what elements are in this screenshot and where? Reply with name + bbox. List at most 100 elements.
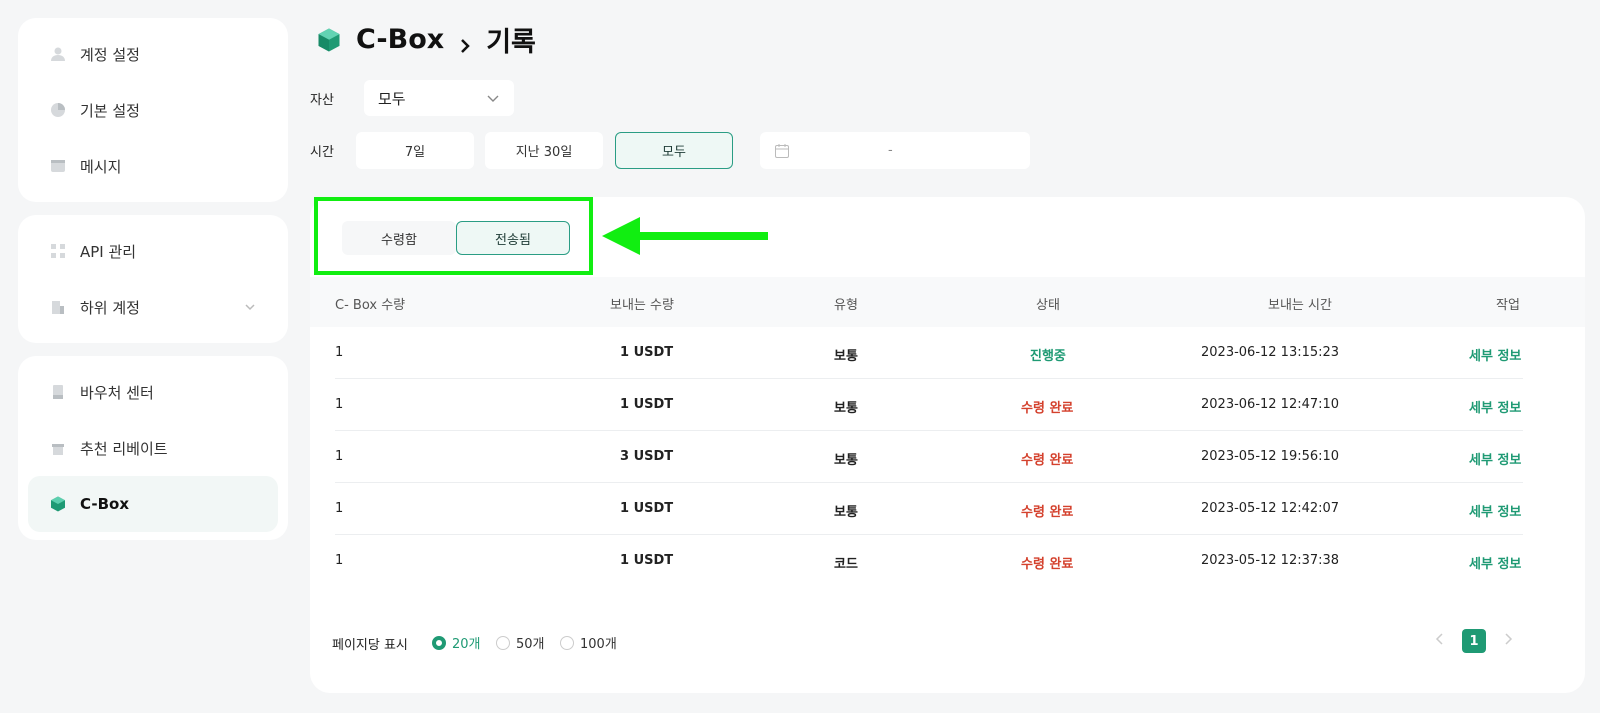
highlight-box bbox=[314, 197, 593, 275]
send-amount: 1 USDT bbox=[620, 397, 674, 412]
type: 보통 bbox=[834, 505, 858, 520]
radio-icon bbox=[560, 635, 574, 650]
sidebar-item-basic-settings[interactable]: 기본 설정 bbox=[28, 82, 278, 138]
type: 코드 bbox=[834, 557, 858, 572]
sidebar-item-label: 계정 설정 bbox=[80, 45, 140, 64]
sidebar-group-rewards: 바우처 센터 추천 리베이트 C-Box bbox=[18, 356, 288, 540]
status-badge: 수령 완료 bbox=[1021, 401, 1074, 416]
sub-account-icon bbox=[48, 297, 68, 317]
asset-select-value: 모두 bbox=[378, 89, 406, 108]
cbox-qty: 1 bbox=[335, 501, 344, 516]
per-page-option-100[interactable]: 100개 bbox=[560, 633, 617, 652]
column-header: 보내는 수량 bbox=[610, 298, 674, 313]
sidebar-item-label: 바우처 센터 bbox=[80, 383, 154, 402]
sidebar-group-account: 계정 설정 기본 설정 메시지 bbox=[18, 18, 288, 202]
send-time: 2023-05-12 12:37:38 bbox=[1201, 553, 1340, 568]
column-header: 보내는 시간 bbox=[1268, 298, 1332, 313]
sidebar-item-label: 메시지 bbox=[80, 157, 122, 176]
column-header: C- Box 수량 bbox=[335, 298, 406, 313]
message-icon bbox=[48, 156, 68, 176]
sidebar-item-sub-accounts[interactable]: 하위 계정 bbox=[28, 279, 278, 335]
send-time: 2023-05-12 12:42:07 bbox=[1201, 501, 1340, 516]
chevron-right-icon bbox=[456, 31, 474, 53]
sidebar: 계정 설정 기본 설정 메시지 API 관리 하위 계정 바우처 센터 추천 리… bbox=[18, 18, 288, 553]
table-row: 1 1 USDT 보통 진행중 2023-06-12 13:15:23 세부 정… bbox=[335, 327, 1523, 379]
details-link[interactable]: 세부 정보 bbox=[1469, 501, 1521, 520]
status-badge: 수령 완료 bbox=[1021, 557, 1074, 572]
per-page-option-label: 100개 bbox=[580, 637, 617, 652]
details-link[interactable]: 세부 정보 bbox=[1469, 345, 1521, 364]
sidebar-item-label: 기본 설정 bbox=[80, 101, 140, 120]
voucher-icon bbox=[48, 382, 68, 402]
sidebar-item-label: 하위 계정 bbox=[80, 298, 140, 317]
user-icon bbox=[48, 44, 68, 64]
cbox-qty: 1 bbox=[335, 553, 344, 568]
sidebar-item-cbox[interactable]: C-Box bbox=[28, 476, 278, 532]
send-amount: 1 USDT bbox=[620, 345, 674, 360]
radio-icon bbox=[432, 635, 446, 650]
send-amount: 1 USDT bbox=[620, 501, 674, 516]
page-title: 기록 bbox=[486, 27, 536, 58]
sidebar-item-label: C-Box bbox=[80, 495, 129, 513]
gift-icon bbox=[48, 438, 68, 458]
per-page-label: 페이지당 표시 bbox=[332, 638, 408, 653]
cube-icon bbox=[316, 27, 342, 53]
column-header: 상태 bbox=[1036, 298, 1060, 313]
per-page-option-50[interactable]: 50개 bbox=[496, 633, 545, 652]
sidebar-item-voucher-center[interactable]: 바우처 센터 bbox=[28, 364, 278, 420]
api-icon bbox=[48, 241, 68, 261]
time-option-7d[interactable]: 7일 bbox=[356, 132, 474, 169]
chevron-down-icon[interactable] bbox=[242, 299, 258, 315]
asset-label: 자산 bbox=[310, 93, 334, 108]
column-header: 유형 bbox=[834, 298, 858, 313]
chevron-right-icon[interactable] bbox=[1500, 631, 1516, 647]
page-number-current[interactable]: 1 bbox=[1462, 629, 1486, 653]
calendar-icon bbox=[774, 143, 790, 159]
sidebar-item-label: API 관리 bbox=[80, 242, 137, 261]
asset-select[interactable]: 모두 bbox=[364, 80, 514, 116]
breadcrumb: C-Box 기록 bbox=[316, 20, 536, 59]
cbox-qty: 1 bbox=[335, 345, 344, 360]
details-link[interactable]: 세부 정보 bbox=[1469, 553, 1521, 572]
per-page-option-label: 50개 bbox=[516, 637, 545, 652]
table-row: 1 1 USDT 보통 수령 완료 2023-05-12 12:42:07 세부… bbox=[335, 483, 1523, 535]
chevron-down-icon bbox=[486, 91, 500, 105]
send-time: 2023-06-12 12:47:10 bbox=[1201, 397, 1340, 412]
per-page-option-label: 20개 bbox=[452, 637, 481, 652]
cbox-qty: 1 bbox=[335, 397, 344, 412]
annotation-arrow-icon bbox=[602, 217, 768, 255]
send-amount: 3 USDT bbox=[620, 449, 674, 464]
sidebar-item-label: 추천 리베이트 bbox=[80, 439, 168, 458]
send-time: 2023-05-12 19:56:10 bbox=[1201, 449, 1340, 464]
status-badge: 진행중 bbox=[1030, 349, 1066, 364]
details-link[interactable]: 세부 정보 bbox=[1469, 449, 1521, 468]
records-panel: 수령함 전송됨 C- Box 수량 보내는 수량 유형 상태 보내는 시간 작업… bbox=[310, 197, 1585, 693]
chevron-left-icon[interactable] bbox=[1432, 631, 1448, 647]
table-row: 1 1 USDT 코드 수령 완료 2023-05-12 12:37:38 세부… bbox=[335, 535, 1523, 587]
time-label: 시간 bbox=[310, 145, 334, 160]
status-badge: 수령 완료 bbox=[1021, 453, 1074, 468]
breadcrumb-section[interactable]: C-Box bbox=[356, 24, 444, 55]
date-range-picker[interactable]: - bbox=[760, 132, 1030, 169]
sidebar-item-account-settings[interactable]: 계정 설정 bbox=[28, 26, 278, 82]
sidebar-item-api-management[interactable]: API 관리 bbox=[28, 223, 278, 279]
status-badge: 수령 완료 bbox=[1021, 505, 1074, 520]
sidebar-item-referral-rebate[interactable]: 추천 리베이트 bbox=[28, 420, 278, 476]
time-option-all[interactable]: 모두 bbox=[615, 132, 733, 169]
send-amount: 1 USDT bbox=[620, 553, 674, 568]
time-option-30d[interactable]: 지난 30일 bbox=[485, 132, 603, 169]
type: 보통 bbox=[834, 349, 858, 364]
radio-icon bbox=[496, 635, 510, 650]
table-row: 1 3 USDT 보통 수령 완료 2023-05-12 19:56:10 세부… bbox=[335, 431, 1523, 483]
sidebar-group-api: API 관리 하위 계정 bbox=[18, 215, 288, 343]
type: 보통 bbox=[834, 453, 858, 468]
pie-icon bbox=[48, 100, 68, 120]
table-header: C- Box 수량 보내는 수량 유형 상태 보내는 시간 작업 bbox=[310, 277, 1585, 327]
send-time: 2023-06-12 13:15:23 bbox=[1201, 345, 1340, 360]
table-row: 1 1 USDT 보통 수령 완료 2023-06-12 12:47:10 세부… bbox=[335, 379, 1523, 431]
details-link[interactable]: 세부 정보 bbox=[1469, 397, 1521, 416]
per-page-option-20[interactable]: 20개 bbox=[432, 633, 481, 652]
sidebar-item-messages[interactable]: 메시지 bbox=[28, 138, 278, 194]
date-range-separator: - bbox=[888, 143, 893, 158]
type: 보통 bbox=[834, 401, 858, 416]
